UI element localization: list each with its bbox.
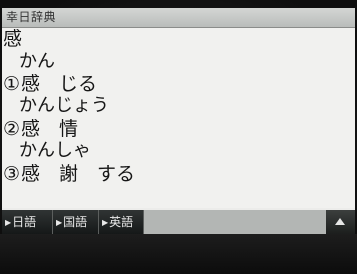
sense-number: ② xyxy=(3,118,21,140)
sense-item[interactable]: ①感 じる xyxy=(3,73,97,95)
sense-item[interactable]: ③感 謝 する xyxy=(3,163,135,185)
tab-japanese[interactable]: ▶日語 xyxy=(2,210,53,234)
sense-word: 感 情 xyxy=(21,118,79,140)
window-title: 幸日辞典 xyxy=(6,10,57,24)
sense-number: ① xyxy=(3,73,21,95)
tab-label: 英語 xyxy=(109,215,134,229)
sense-number: ③ xyxy=(3,163,21,185)
sense-word: 感 じる xyxy=(21,73,98,95)
tab-kokugo[interactable]: ▶国語 xyxy=(53,210,99,234)
device-screen: 幸日辞典 感 かん ①感 じる かんじょう ②感 情 かんしゃ ③感 謝 する … xyxy=(2,8,355,234)
headword: 感 xyxy=(3,28,23,50)
dictionary-tab-bar: ▶日語 ▶国語 ▶英語 xyxy=(2,210,355,234)
tab-bar-filler xyxy=(144,210,326,234)
tab-label: 国語 xyxy=(63,215,88,229)
tab-label: 日語 xyxy=(12,215,37,229)
title-bar: 幸日辞典 xyxy=(2,8,355,28)
device-bezel xyxy=(0,234,357,274)
sense-item[interactable]: ②感 情 xyxy=(3,118,78,140)
tab-arrow-icon: ▶ xyxy=(56,218,63,227)
device-photo: 幸日辞典 感 かん ①感 じる かんじょう ②感 情 かんしゃ ③感 謝 する … xyxy=(0,0,357,274)
scroll-up-icon xyxy=(335,218,345,225)
dictionary-entry: 感 かん ①感 じる かんじょう ②感 情 かんしゃ ③感 謝 する xyxy=(2,28,355,208)
sense-reading: かん xyxy=(19,51,55,72)
tab-english[interactable]: ▶英語 xyxy=(99,210,144,234)
sense-reading: かんじょう xyxy=(19,95,109,116)
sense-reading: かんしゃ xyxy=(19,140,91,161)
tab-arrow-icon: ▶ xyxy=(5,218,12,227)
tab-arrow-icon: ▶ xyxy=(102,218,109,227)
scroll-up-button[interactable] xyxy=(326,210,355,234)
sense-word: 感 謝 する xyxy=(21,163,136,185)
